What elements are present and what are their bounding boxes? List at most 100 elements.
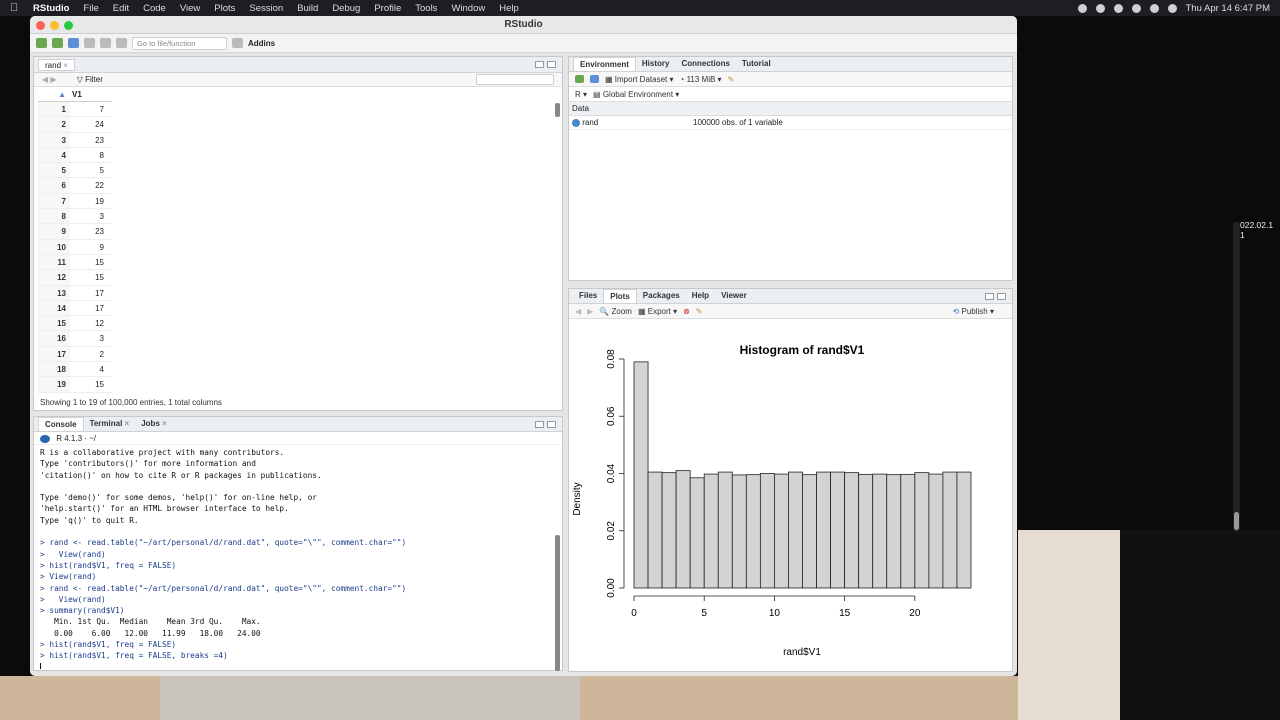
back-icon[interactable]: ◀ ▶	[42, 75, 57, 84]
data-scrollbar[interactable]	[555, 103, 560, 117]
env-row-rand[interactable]: rand 100000 obs. of 1 variable	[569, 116, 1012, 130]
battery-icon[interactable]	[1131, 3, 1141, 13]
console-scrollbar[interactable]	[555, 535, 560, 671]
tab-files[interactable]: Files	[573, 289, 603, 303]
clear-plots-icon[interactable]: ✎	[696, 307, 703, 316]
table-row[interactable]: 18 4	[38, 362, 112, 378]
control-center-icon[interactable]	[1167, 3, 1177, 13]
menu-edit[interactable]: Edit	[113, 3, 129, 14]
menu-window[interactable]: Window	[451, 3, 485, 14]
broom-icon[interactable]: ✎	[728, 75, 735, 84]
tab-rand[interactable]: rand ×	[38, 59, 75, 71]
maximize-plots-icon[interactable]	[997, 293, 1006, 300]
tab-jobs[interactable]: Jobs ×	[135, 417, 173, 431]
import-dataset-button[interactable]: ▦ Import Dataset ▾	[605, 75, 674, 84]
grid-icon[interactable]	[232, 38, 243, 48]
table-row[interactable]: 9 23	[38, 224, 112, 240]
maximize-pane-icon[interactable]	[547, 61, 556, 68]
close-window-button[interactable]	[36, 21, 45, 30]
clock[interactable]: Thu Apr 14 6:47 PM	[1186, 3, 1271, 14]
goto-file-input[interactable]: Go to file/function	[132, 36, 227, 50]
table-row[interactable]: 83	[38, 209, 112, 225]
save-all-icon[interactable]	[100, 38, 111, 48]
table-row[interactable]: 11 15	[38, 254, 112, 271]
table-row[interactable]: 55	[38, 163, 112, 179]
close-jobs-icon[interactable]: ×	[162, 419, 167, 428]
tab-packages[interactable]: Packages	[637, 289, 686, 303]
maximize-console-icon[interactable]	[547, 421, 556, 428]
remove-plot-icon[interactable]: ⊗	[683, 307, 690, 316]
menu-help[interactable]: Help	[499, 3, 519, 14]
menu-session[interactable]: Session	[249, 3, 283, 14]
minimize-pane-icon[interactable]	[535, 61, 544, 68]
menu-view[interactable]: View	[180, 3, 200, 14]
minimize-console-icon[interactable]	[535, 421, 544, 428]
table-row[interactable]: 17	[38, 102, 112, 118]
tab-tutorial[interactable]: Tutorial	[736, 57, 777, 71]
table-row[interactable]: 13 17	[38, 285, 112, 301]
apple-icon[interactable]: 	[10, 2, 26, 14]
tab-console[interactable]: Console	[38, 417, 84, 431]
prev-plot-icon[interactable]: ◀	[575, 307, 581, 316]
table-row[interactable]: 2 24	[38, 117, 112, 133]
menu-code[interactable]: Code	[143, 3, 166, 14]
cell-v1: 22	[95, 181, 104, 191]
print-icon[interactable]	[116, 38, 127, 48]
menu-app-name[interactable]: RStudio	[33, 3, 69, 14]
gear-icon[interactable]	[1095, 3, 1105, 13]
sort-icon[interactable]: ▲	[38, 87, 70, 101]
table-row[interactable]: 17 2	[38, 346, 112, 363]
close-terminal-icon[interactable]: ×	[125, 419, 130, 428]
wifi-icon[interactable]	[1113, 3, 1123, 13]
menu-file[interactable]: File	[83, 3, 98, 14]
zoom-window-button[interactable]	[64, 21, 73, 30]
table-row[interactable]: 10 9	[38, 239, 112, 255]
table-row[interactable]: 14 17	[38, 300, 112, 317]
close-tab-icon[interactable]: ×	[63, 61, 68, 70]
new-file-icon[interactable]	[36, 38, 47, 48]
table-row[interactable]: 48	[38, 147, 112, 164]
column-header-v1[interactable]: V1	[70, 87, 108, 101]
table-row[interactable]: 15 12	[38, 316, 112, 332]
menu-profile[interactable]: Profile	[374, 3, 401, 14]
minimize-plots-icon[interactable]	[985, 293, 994, 300]
table-row[interactable]: 19 15	[38, 377, 112, 393]
table-row[interactable]: 7 19	[38, 193, 112, 210]
tab-history[interactable]: History	[636, 57, 676, 71]
publish-button[interactable]: ⟲ Publish ▾	[953, 307, 994, 316]
tab-connections[interactable]: Connections	[675, 57, 735, 71]
zoom-button[interactable]: 🔍 Zoom	[599, 307, 632, 316]
save-workspace-icon[interactable]	[590, 75, 599, 83]
expand-icon[interactable]	[572, 118, 580, 127]
table-row[interactable]: 6 22	[38, 178, 112, 194]
record-icon[interactable]	[1077, 3, 1087, 13]
memory-usage[interactable]: ◔ 113 MiB ▾	[680, 75, 722, 84]
tab-viewer[interactable]: Viewer	[715, 289, 753, 303]
table-row[interactable]: 12 15	[38, 270, 112, 286]
tab-help[interactable]: Help	[686, 289, 715, 303]
export-button[interactable]: ▦ Export ▾	[638, 307, 677, 316]
language-select[interactable]: R ▾	[575, 90, 587, 99]
menu-plots[interactable]: Plots	[214, 3, 235, 14]
new-project-icon[interactable]	[52, 38, 63, 48]
scope-select[interactable]: ▤ Global Environment ▾	[593, 90, 679, 99]
load-workspace-icon[interactable]	[575, 75, 584, 83]
console-output[interactable]: R is a collaborative project with many c…	[40, 447, 545, 669]
menu-build[interactable]: Build	[297, 3, 318, 14]
table-row[interactable]: 3 23	[38, 132, 112, 148]
tab-terminal[interactable]: Terminal ×	[84, 417, 136, 431]
console-cursor[interactable]	[40, 662, 41, 669]
minimize-window-button[interactable]	[50, 21, 59, 30]
open-file-icon[interactable]	[68, 38, 79, 48]
menu-debug[interactable]: Debug	[332, 3, 360, 14]
addins-menu[interactable]: Addins	[248, 39, 275, 48]
filter-button[interactable]: ▽ Filter	[77, 75, 103, 84]
search-input[interactable]	[476, 74, 554, 85]
tab-environment[interactable]: Environment	[573, 57, 636, 71]
menu-tools[interactable]: Tools	[415, 3, 437, 14]
save-icon[interactable]	[84, 38, 95, 48]
next-plot-icon[interactable]: ▶	[587, 307, 593, 316]
search-icon[interactable]	[1149, 3, 1159, 13]
tab-plots[interactable]: Plots	[603, 289, 637, 303]
table-row[interactable]: 16 3	[38, 331, 112, 347]
